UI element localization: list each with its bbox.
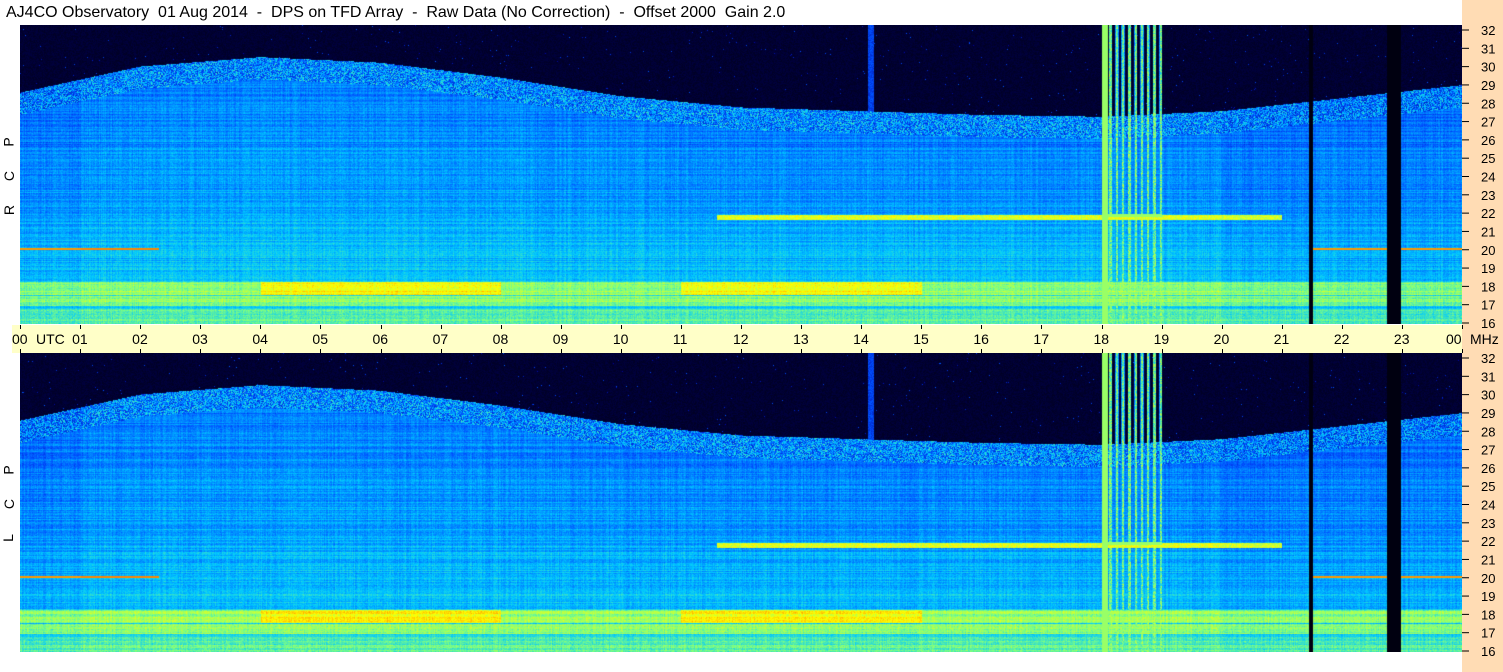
- time-tick-mark: [1401, 325, 1403, 329]
- polarization-letter: P: [0, 465, 17, 475]
- time-tick-mark: [1401, 349, 1403, 353]
- time-tick-mark: [440, 349, 442, 353]
- time-tick-mark: [1462, 349, 1463, 353]
- time-tick-label: 14: [853, 331, 869, 347]
- time-tick-mark: [1221, 325, 1223, 329]
- time-tick-mark: [981, 349, 983, 353]
- time-tick-mark: [380, 349, 382, 353]
- time-tick-label: 06: [372, 331, 389, 347]
- time-tick-mark: [20, 325, 21, 329]
- time-tick-label: 08: [492, 331, 509, 347]
- time-tick-mark: [680, 325, 682, 329]
- time-tick-label: 00: [1446, 331, 1462, 347]
- time-tick-mark: [260, 349, 262, 353]
- frequency-unit-label: MHz: [1470, 331, 1499, 347]
- time-tick-mark: [1161, 325, 1163, 329]
- time-tick-label: 21: [1273, 331, 1290, 347]
- time-tick-mark: [1281, 325, 1283, 329]
- chart-title: AJ4CO Observatory 01 Aug 2014 - DPS on T…: [6, 4, 786, 21]
- time-tick-mark: [801, 325, 803, 329]
- polarization-letter: L: [0, 534, 16, 542]
- polarization-letter: C: [1, 498, 18, 510]
- time-unit-label: UTC: [36, 331, 65, 347]
- time-tick-mark: [921, 325, 923, 329]
- time-tick-label: 11: [672, 331, 688, 347]
- time-tick-mark: [140, 349, 142, 353]
- time-tick-label: 09: [552, 331, 569, 347]
- time-tick-mark: [560, 325, 562, 329]
- time-tick-mark: [921, 349, 923, 353]
- spectrogram-lcp-canvas: [20, 353, 1462, 652]
- time-tick-label: 23: [1393, 331, 1410, 347]
- time-tick-mark: [1101, 349, 1103, 353]
- time-tick-mark: [200, 349, 202, 353]
- time-tick-mark: [440, 325, 442, 329]
- time-tick-label: 03: [192, 331, 208, 347]
- time-tick-label: 00: [12, 331, 28, 347]
- time-tick-label: 01: [72, 331, 88, 347]
- time-tick-mark: [200, 325, 202, 329]
- time-tick-label: 05: [312, 331, 328, 347]
- time-tick-mark: [140, 325, 142, 329]
- time-tick-mark: [1341, 349, 1343, 353]
- time-tick-mark: [80, 349, 82, 353]
- time-tick-label: 07: [432, 331, 449, 347]
- time-tick-mark: [260, 325, 262, 329]
- time-tick-label: 04: [252, 331, 268, 347]
- time-tick-mark: [861, 325, 863, 329]
- time-tick-mark: [320, 325, 322, 329]
- time-tick-mark: [1101, 325, 1103, 329]
- time-tick-mark: [1281, 349, 1283, 353]
- time-tick-mark: [1041, 349, 1043, 353]
- time-tick-mark: [741, 325, 742, 329]
- time-tick-label: 22: [1333, 331, 1350, 347]
- time-tick-mark: [620, 349, 622, 353]
- time-tick-mark: [380, 325, 382, 329]
- time-tick-mark: [1462, 325, 1463, 329]
- time-tick-label: 13: [793, 331, 809, 347]
- spectrogram-rcp: [20, 25, 1462, 324]
- time-tick-mark: [320, 349, 322, 353]
- time-tick-mark: [1161, 349, 1163, 353]
- time-tick-mark: [560, 349, 562, 353]
- time-tick-label: 10: [612, 331, 629, 347]
- time-tick-mark: [500, 349, 502, 353]
- time-tick-mark: [80, 325, 82, 329]
- time-tick-label: 16: [973, 331, 989, 347]
- polarization-letter: C: [1, 170, 18, 182]
- time-tick-label: 02: [132, 331, 148, 347]
- time-tick-label: 17: [1033, 331, 1049, 347]
- time-tick-mark: [620, 325, 622, 329]
- time-tick-label: 20: [1213, 331, 1230, 347]
- polarization-letter: P: [0, 137, 17, 147]
- time-tick-mark: [861, 349, 863, 353]
- time-tick-mark: [801, 349, 803, 353]
- time-tick-label: 15: [913, 331, 929, 347]
- polarization-letter: R: [1, 204, 18, 216]
- time-tick-label: 19: [1153, 331, 1170, 347]
- polarization-label-rcp: R C P: [0, 25, 20, 324]
- time-tick-mark: [1341, 325, 1343, 329]
- time-tick-mark: [1221, 349, 1223, 353]
- spectrogram-rcp-canvas: [20, 25, 1462, 324]
- time-tick-mark: [981, 325, 983, 329]
- time-tick-mark: [1041, 325, 1043, 329]
- polarization-label-lcp: L C P: [0, 353, 20, 652]
- spectrogram-lcp: [20, 353, 1462, 652]
- time-tick-label: 12: [733, 331, 749, 347]
- time-tick-mark: [741, 349, 742, 353]
- time-tick-mark: [500, 325, 502, 329]
- time-tick-label: 18: [1093, 331, 1110, 347]
- time-axis: 00 01 02 03 04 05 06 07 08 09 10 11 12 13 14 15 16 17 18 19…: [12, 325, 1499, 353]
- time-tick-mark: [20, 349, 21, 353]
- time-tick-mark: [680, 349, 682, 353]
